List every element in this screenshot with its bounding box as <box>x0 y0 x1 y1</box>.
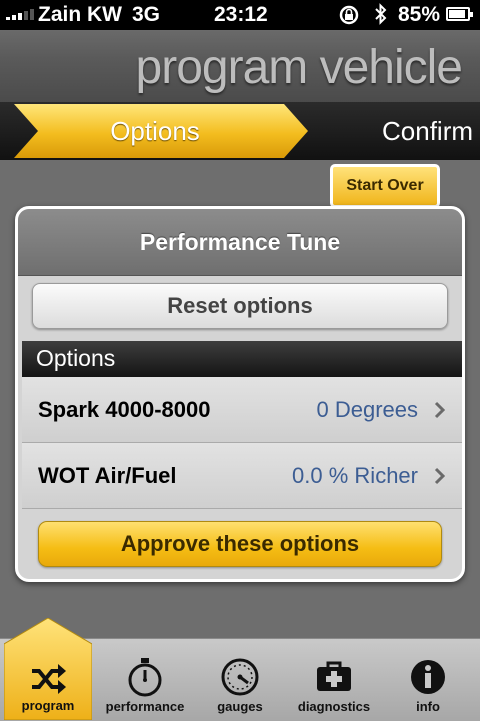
bluetooth-icon <box>374 3 388 31</box>
option-value: 0.0 % Richer <box>292 463 418 488</box>
step-progress-bar: Options Confirm <box>0 102 480 160</box>
option-label: WOT Air/Fuel <box>38 463 177 488</box>
battery-percentage: 85% <box>398 3 441 26</box>
approve-options-button[interactable]: Approve these options <box>38 521 442 567</box>
tab-label: diagnostics <box>297 699 371 714</box>
option-row-spark[interactable]: Spark 4000-8000 0 Degrees <box>22 377 462 443</box>
option-label: Spark 4000-8000 <box>38 397 211 422</box>
carrier-name: Zain KW <box>38 3 122 26</box>
gauge-icon <box>221 658 259 696</box>
battery-icon <box>446 7 473 21</box>
tab-label: program <box>21 698 75 713</box>
tab-program[interactable]: program <box>4 618 92 720</box>
clock: 23:12 <box>214 3 268 26</box>
tab-info[interactable]: info <box>380 639 476 721</box>
shuffle-icon <box>32 664 66 694</box>
dialog-header: Performance Tune <box>18 209 462 276</box>
chevron-right-icon <box>434 467 446 485</box>
start-over-button[interactable]: Start Over <box>330 164 440 208</box>
tab-label: gauges <box>217 699 263 714</box>
network-type: 3G <box>132 3 161 26</box>
medical-kit-icon <box>317 661 351 691</box>
option-row-wot-air-fuel[interactable]: WOT Air/Fuel 0.0 % Richer <box>22 443 462 509</box>
option-value: 0 Degrees <box>316 397 418 422</box>
page-title: program vehicle <box>135 41 463 94</box>
rotation-lock-icon <box>338 4 362 32</box>
tab-diagnostics[interactable]: diagnostics <box>286 639 382 721</box>
reset-options-button[interactable]: Reset options <box>32 283 448 329</box>
tab-label: info <box>416 699 440 714</box>
signal-strength-icon <box>6 9 34 20</box>
performance-tune-dialog: Performance Tune Reset options Options S… <box>15 206 465 582</box>
options-section-header: Options <box>22 341 462 377</box>
step-options[interactable]: Options <box>0 104 310 158</box>
status-bar: Zain KW 3G 23:12 85% <box>0 0 480 30</box>
tab-label: performance <box>105 699 185 714</box>
chevron-right-icon <box>434 401 446 419</box>
tab-gauges[interactable]: gauges <box>192 639 288 721</box>
stopwatch-icon <box>128 658 162 697</box>
app-header: program vehicle <box>0 30 480 102</box>
step-confirm[interactable]: Confirm <box>382 102 473 160</box>
tab-performance[interactable]: performance <box>96 639 194 721</box>
info-icon <box>411 660 445 694</box>
step-options-label: Options <box>110 116 200 146</box>
dialog-title: Performance Tune <box>139 229 341 255</box>
